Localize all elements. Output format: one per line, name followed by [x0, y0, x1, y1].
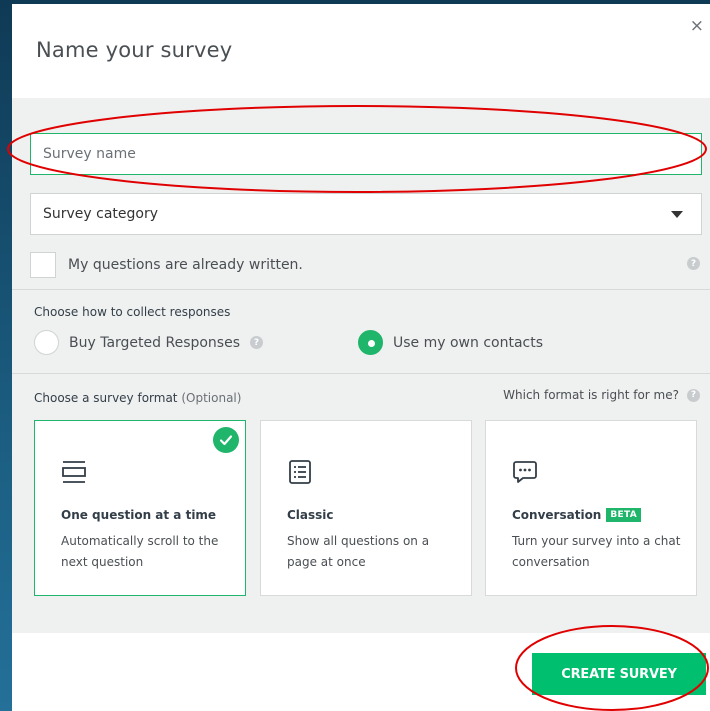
modal-body: Survey category My questions are already… — [12, 98, 710, 633]
collect-responses-label: Choose how to collect responses — [34, 305, 231, 319]
buy-targeted-radio[interactable] — [34, 330, 59, 355]
questions-written-label: My questions are already written. — [68, 257, 303, 273]
own-contacts-label: Use my own contacts — [393, 334, 544, 351]
survey-category-value: Survey category — [43, 206, 159, 222]
modal-header: Name your survey × — [12, 4, 710, 98]
survey-format-label: Choose a survey format (Optional) — [34, 391, 241, 405]
modal-title: Name your survey — [36, 38, 233, 62]
collect-options: Buy Targeted Responses ? Use my own cont… — [34, 330, 553, 355]
checkmark-icon — [213, 427, 239, 453]
one-question-icon — [62, 461, 86, 483]
card-description: Show all questions on a page at once — [287, 534, 430, 569]
format-help-link[interactable]: Which format is right for me? ? — [503, 388, 700, 402]
classic-list-icon — [289, 460, 311, 484]
chat-bubble-icon — [513, 461, 537, 483]
create-survey-button[interactable]: CREATE SURVEY — [532, 653, 706, 695]
help-icon: ? — [687, 388, 700, 402]
modal-footer: CREATE SURVEY — [12, 633, 710, 711]
help-icon[interactable]: ? — [687, 257, 700, 270]
questions-written-row: My questions are already written. — [30, 252, 303, 278]
card-title: Conversation BETA — [512, 508, 641, 522]
format-help-text: Which format is right for me? — [503, 388, 679, 402]
card-title-text: Conversation — [512, 508, 602, 522]
survey-name-input[interactable] — [30, 133, 702, 175]
format-card-one-question[interactable]: One question at a time Automatically scr… — [34, 420, 246, 596]
card-title: One question at a time — [61, 508, 217, 522]
close-icon[interactable]: × — [690, 18, 704, 35]
card-title: Classic — [287, 508, 334, 522]
questions-written-checkbox[interactable] — [30, 252, 56, 278]
optional-tag: (Optional) — [181, 391, 242, 405]
beta-badge: BETA — [606, 508, 641, 522]
name-survey-modal: Name your survey × Survey category My qu… — [12, 4, 710, 711]
format-card-conversation[interactable]: Conversation BETA Turn your survey into … — [485, 420, 697, 596]
survey-format-label-text: Choose a survey format — [34, 391, 178, 405]
buy-targeted-label: Buy Targeted Responses — [69, 334, 241, 351]
card-description: Automatically scroll to the next questio… — [61, 534, 219, 569]
own-contacts-radio[interactable] — [358, 330, 384, 355]
card-description: Turn your survey into a chat conversatio… — [512, 534, 681, 569]
caret-down-icon — [671, 210, 683, 218]
divider — [12, 289, 710, 290]
format-card-classic[interactable]: Classic Show all questions on a page at … — [260, 420, 472, 596]
survey-category-select[interactable]: Survey category — [30, 193, 702, 235]
divider — [12, 373, 710, 374]
help-icon[interactable]: ? — [250, 336, 264, 349]
